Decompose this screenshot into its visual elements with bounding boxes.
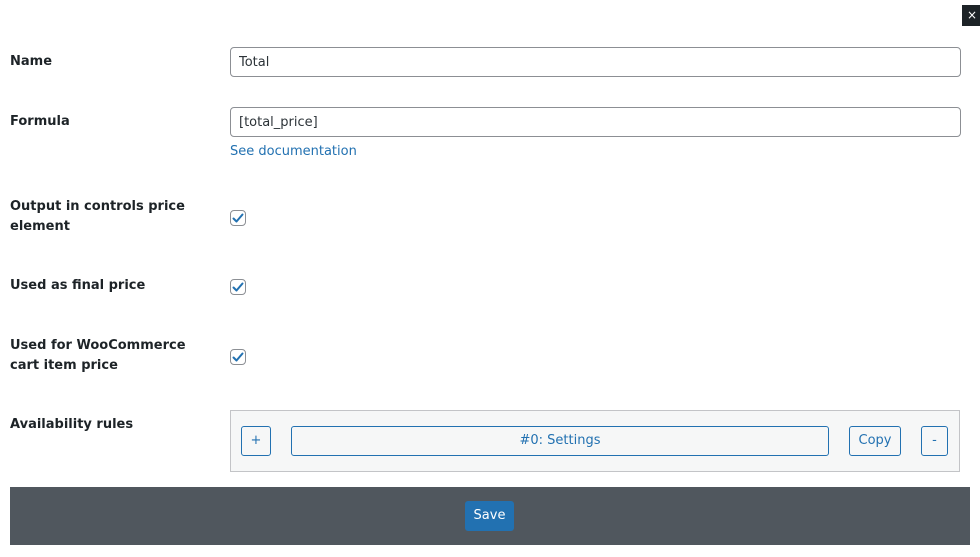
close-button[interactable]: × [962, 5, 980, 26]
cart-item-price-label: Used for WooCommerce cart item price [10, 338, 186, 373]
name-label: Name [10, 54, 53, 69]
formula-input[interactable] [230, 107, 961, 137]
checkmark-icon [232, 282, 244, 292]
save-button[interactable]: Save [465, 501, 514, 531]
copy-rule-button[interactable]: Copy [849, 426, 901, 456]
cart-item-price-checkbox[interactable] [230, 349, 246, 365]
name-input[interactable] [230, 47, 961, 77]
final-price-checkbox[interactable] [230, 279, 246, 295]
formula-label: Formula [10, 114, 70, 129]
rule-settings-button[interactable]: #0: Settings [291, 426, 829, 456]
output-in-controls-label: Output in controls price element [10, 199, 185, 234]
remove-rule-button[interactable]: - [921, 426, 948, 456]
add-rule-button[interactable]: + [241, 426, 271, 456]
checkmark-icon [232, 213, 244, 223]
availability-rules-panel: + #0: Settings Copy - [230, 410, 960, 472]
availability-rules-label: Availability rules [10, 417, 134, 432]
checkmark-icon [232, 352, 244, 362]
output-in-controls-checkbox[interactable] [230, 210, 246, 226]
see-documentation-link[interactable]: See documentation [230, 143, 357, 161]
final-price-label: Used as final price [10, 278, 146, 293]
